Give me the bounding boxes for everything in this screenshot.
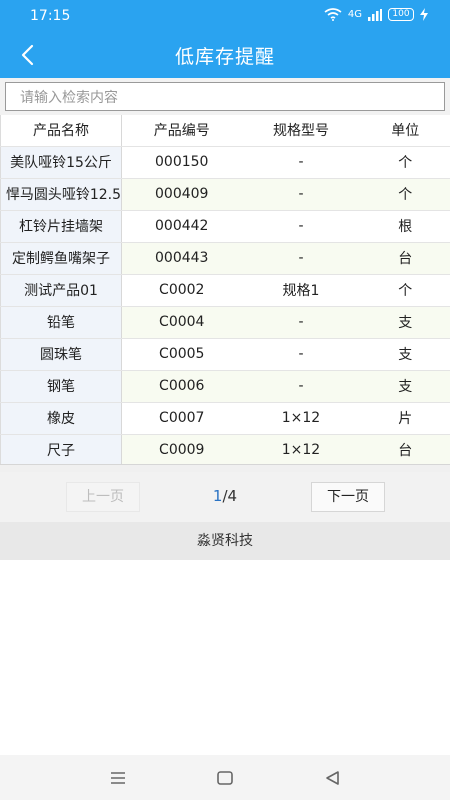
cell-unit: 台 xyxy=(360,242,450,275)
cell-unit: 支 xyxy=(360,338,450,371)
cell-unit: 台 xyxy=(360,434,450,467)
cell-spec: - xyxy=(241,370,361,403)
cell-name: 橡皮 xyxy=(0,402,122,435)
cell-code: 000442 xyxy=(121,210,242,243)
cell-unit: 支 xyxy=(360,370,450,403)
cell-unit: 个 xyxy=(360,274,450,307)
table-row[interactable]: 定制鳄鱼嘴架子 000443 - 台 xyxy=(0,242,450,275)
table-row[interactable]: 橡皮 C0007 1×12 片 xyxy=(0,402,450,435)
cell-code: C0004 xyxy=(121,306,242,339)
cell-code: 000409 xyxy=(121,178,242,211)
search-bar xyxy=(0,78,450,115)
company-footer: 淼贤科技 xyxy=(0,522,450,560)
page-indicator: 1/4 xyxy=(190,487,260,505)
cell-spec: - xyxy=(241,338,361,371)
cell-name: 定制鳄鱼嘴架子 xyxy=(0,242,122,275)
column-header-spec: 规格型号 xyxy=(241,115,361,147)
table-row[interactable]: 尺子 C0009 1×12 台 xyxy=(0,434,450,467)
menu-icon[interactable] xyxy=(107,767,129,789)
table-divider xyxy=(0,464,450,472)
cell-spec: 规格1 xyxy=(241,274,361,307)
cell-name: 钢笔 xyxy=(0,370,122,403)
app-header: 低库存提醒 xyxy=(0,32,450,78)
inventory-table: 产品名称 产品编号 规格型号 单位 美队哑铃15公斤 000150 - 个 悍马… xyxy=(0,115,450,467)
cell-spec: - xyxy=(241,146,361,179)
cell-name: 杠铃片挂墙架 xyxy=(0,210,122,243)
table-row[interactable]: 圆珠笔 C0005 - 支 xyxy=(0,338,450,371)
back-triangle-icon[interactable] xyxy=(322,767,344,789)
cell-name: 悍马圆头哑铃12.5 xyxy=(0,178,122,211)
total-pages: /4 xyxy=(222,487,238,505)
table-row[interactable]: 悍马圆头哑铃12.5 000409 - 个 xyxy=(0,178,450,211)
pagination: 上一页 1/4 下一页 xyxy=(0,472,450,522)
cell-code: 000443 xyxy=(121,242,242,275)
cell-code: C0005 xyxy=(121,338,242,371)
search-input[interactable] xyxy=(5,82,445,111)
cell-spec: - xyxy=(241,210,361,243)
signal-icon xyxy=(368,8,382,21)
cell-unit: 根 xyxy=(360,210,450,243)
cell-code: 000150 xyxy=(121,146,242,179)
cell-name: 测试产品01 xyxy=(0,274,122,307)
table-row[interactable]: 杠铃片挂墙架 000442 - 根 xyxy=(0,210,450,243)
home-icon[interactable] xyxy=(214,767,236,789)
cell-name: 圆珠笔 xyxy=(0,338,122,371)
status-bar: 17:15 4G 100 xyxy=(0,0,450,32)
cell-spec: - xyxy=(241,178,361,211)
cell-spec: - xyxy=(241,242,361,275)
table-row[interactable]: 美队哑铃15公斤 000150 - 个 xyxy=(0,146,450,179)
cell-unit: 个 xyxy=(360,178,450,211)
table-header-row: 产品名称 产品编号 规格型号 单位 xyxy=(0,115,450,147)
cell-code: C0006 xyxy=(121,370,242,403)
battery-icon: 100 xyxy=(388,8,414,21)
cell-code: C0002 xyxy=(121,274,242,307)
prev-page-button[interactable]: 上一页 xyxy=(66,482,140,512)
cell-name: 铅笔 xyxy=(0,306,122,339)
cell-name: 尺子 xyxy=(0,434,122,467)
page-title: 低库存提醒 xyxy=(174,46,275,68)
table-row[interactable]: 铅笔 C0004 - 支 xyxy=(0,306,450,339)
table-row[interactable]: 测试产品01 C0002 规格1 个 xyxy=(0,274,450,307)
status-icons: 4G 100 xyxy=(324,8,428,21)
cell-code: C0007 xyxy=(121,402,242,435)
cell-unit: 个 xyxy=(360,146,450,179)
cell-spec: 1×12 xyxy=(241,434,361,467)
cell-unit: 支 xyxy=(360,306,450,339)
cell-unit: 片 xyxy=(360,402,450,435)
status-time: 17:15 xyxy=(30,8,71,24)
system-nav-bar xyxy=(0,755,450,800)
cell-name: 美队哑铃15公斤 xyxy=(0,146,122,179)
cell-code: C0009 xyxy=(121,434,242,467)
wifi-icon xyxy=(324,8,342,21)
next-page-button[interactable]: 下一页 xyxy=(311,482,385,512)
column-header-code: 产品编号 xyxy=(121,115,242,147)
charging-icon xyxy=(420,8,428,21)
network-type: 4G xyxy=(347,9,362,20)
cell-spec: 1×12 xyxy=(241,402,361,435)
column-header-unit: 单位 xyxy=(360,115,450,147)
cell-spec: - xyxy=(241,306,361,339)
column-header-name: 产品名称 xyxy=(0,115,122,147)
table-row[interactable]: 钢笔 C0006 - 支 xyxy=(0,370,450,403)
